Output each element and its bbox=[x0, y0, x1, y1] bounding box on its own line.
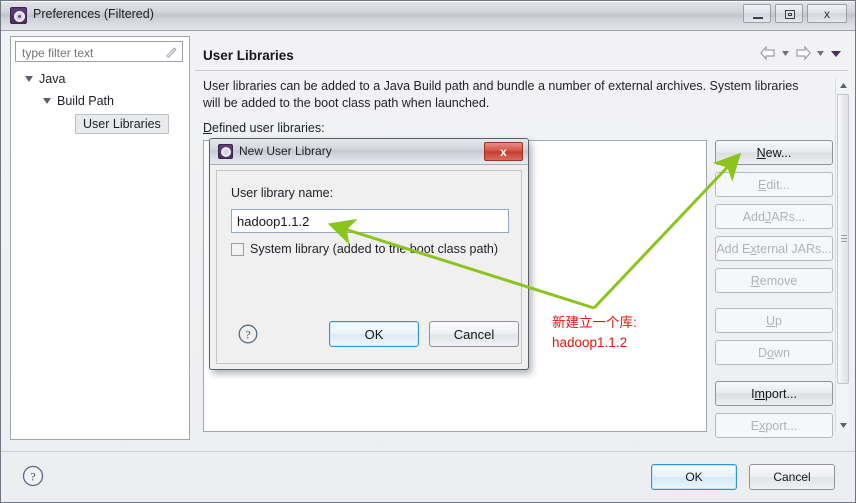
system-library-checkbox[interactable] bbox=[231, 242, 244, 256]
button-label: ternal JARs... bbox=[756, 241, 832, 256]
system-library-label: System library (added to the boot class … bbox=[250, 242, 499, 256]
down-button[interactable]: Do wn bbox=[715, 340, 833, 365]
preferences-tree-pane: Java Build Path User Libraries bbox=[10, 36, 190, 440]
button-label: wn bbox=[774, 345, 790, 360]
sidebar-item-label: User Libraries bbox=[83, 117, 161, 131]
help-question-icon[interactable]: ? bbox=[237, 323, 259, 345]
button-label: emove bbox=[759, 273, 798, 288]
button-label: port... bbox=[764, 386, 797, 401]
maximize-button[interactable] bbox=[775, 4, 803, 23]
system-library-checkbox-row[interactable]: System library (added to the boot class … bbox=[231, 242, 498, 256]
remove-button[interactable]: Remove bbox=[715, 268, 833, 293]
filter-box[interactable] bbox=[15, 41, 183, 62]
expand-arrow-icon[interactable] bbox=[25, 76, 33, 82]
button-label: ew... bbox=[765, 145, 792, 160]
dialog-close-button[interactable]: x bbox=[484, 142, 523, 161]
annotation-line-1: 新建立一个库: bbox=[552, 315, 637, 330]
sidebar-item-label: Java bbox=[39, 72, 66, 86]
page-vertical-scrollbar[interactable] bbox=[835, 78, 850, 432]
window-title-bar: Preferences (Filtered) x bbox=[1, 1, 855, 31]
button-pre: D bbox=[758, 345, 768, 360]
cancel-button[interactable]: Cancel bbox=[749, 464, 835, 490]
dialog-cancel-button[interactable]: Cancel bbox=[429, 321, 519, 347]
clear-filter-icon[interactable] bbox=[164, 45, 178, 59]
button-accel: o bbox=[767, 345, 774, 360]
button-accel: E bbox=[758, 177, 767, 192]
sidebar-item-user-libraries[interactable]: User Libraries bbox=[75, 114, 169, 134]
preferences-window: Preferences (Filtered) x type filter tex… bbox=[0, 0, 856, 503]
up-button[interactable]: Up bbox=[715, 308, 833, 333]
import-button[interactable]: Im port... bbox=[715, 381, 833, 406]
edit-button[interactable]: Edit... bbox=[715, 172, 833, 197]
scroll-down-icon[interactable] bbox=[836, 418, 850, 432]
view-menu-triangle-down-icon[interactable] bbox=[829, 45, 843, 61]
svg-text:?: ? bbox=[30, 470, 35, 484]
arrow-right-icon[interactable] bbox=[794, 45, 812, 61]
add-jars-button[interactable]: Add J ARs... bbox=[715, 204, 833, 229]
button-accel: N bbox=[756, 145, 766, 160]
page-title: User Libraries bbox=[203, 48, 294, 63]
library-name-label: User library name: bbox=[231, 186, 334, 200]
close-icon: x bbox=[500, 144, 507, 159]
grip-icon bbox=[841, 235, 847, 242]
add-external-jars-button[interactable]: Add Ex ternal JARs... bbox=[715, 236, 833, 261]
dialog-content: User library name: System library (added… bbox=[216, 170, 522, 364]
title-divider bbox=[195, 70, 848, 71]
library-action-buttons: New... Edit... Add J ARs... Add Ex ternal … bbox=[715, 140, 833, 438]
defined-label-rest: efined user libraries: bbox=[212, 121, 325, 135]
annotation-text: 新建立一个库: hadoop1.1.2 bbox=[552, 313, 637, 353]
dialog-title: New User Library bbox=[239, 144, 332, 158]
button-label: ARs... bbox=[771, 209, 806, 224]
arrow-left-icon[interactable] bbox=[759, 45, 777, 61]
help-question-icon[interactable]: ? bbox=[21, 464, 45, 488]
page-description: User libraries can be added to a Java Bu… bbox=[203, 79, 799, 110]
eclipse-gear-icon bbox=[10, 7, 27, 24]
export-button[interactable]: Ex port... bbox=[715, 413, 833, 438]
minimize-icon bbox=[753, 17, 763, 19]
page-navigation-bar bbox=[757, 45, 843, 65]
button-pre: Add bbox=[742, 209, 765, 224]
button-label: p bbox=[775, 313, 782, 328]
defined-label-accel: D bbox=[203, 121, 213, 135]
sidebar-item-label: Build Path bbox=[57, 94, 114, 108]
new-button[interactable]: New... bbox=[715, 140, 833, 165]
close-button[interactable]: x bbox=[807, 4, 847, 23]
forward-dropdown-chevron-down-icon[interactable] bbox=[814, 45, 827, 61]
back-dropdown-chevron-down-icon[interactable] bbox=[779, 45, 792, 61]
new-user-library-dialog: New User Library x User library name: Sy… bbox=[209, 138, 529, 370]
sidebar-item-java[interactable]: Java bbox=[25, 70, 65, 88]
minimize-button[interactable] bbox=[743, 4, 771, 23]
button-label: dit... bbox=[766, 177, 790, 192]
button-pre: E bbox=[750, 418, 760, 433]
annotation-line-2: hadoop1.1.2 bbox=[552, 335, 628, 350]
button-accel: R bbox=[750, 273, 760, 288]
window-title: Preferences (Filtered) bbox=[33, 7, 154, 21]
maximize-icon bbox=[785, 10, 795, 19]
scroll-up-icon[interactable] bbox=[836, 78, 850, 92]
sidebar-item-build-path[interactable]: Build Path bbox=[43, 92, 114, 110]
dialog-footer: ? OK Cancel bbox=[1, 451, 855, 502]
button-label: port... bbox=[765, 418, 798, 433]
dialog-title-bar: New User Library x bbox=[210, 139, 528, 165]
library-name-input[interactable] bbox=[231, 209, 509, 233]
close-icon: x bbox=[824, 6, 830, 21]
svg-text:?: ? bbox=[245, 329, 250, 341]
dialog-ok-button[interactable]: OK bbox=[329, 321, 419, 347]
button-pre: Add E bbox=[716, 241, 751, 256]
expand-arrow-icon[interactable] bbox=[43, 98, 51, 104]
button-accel: m bbox=[754, 386, 765, 401]
scrollbar-thumb[interactable] bbox=[837, 94, 849, 384]
button-accel: U bbox=[766, 313, 776, 328]
defined-libraries-label: Defined user libraries: bbox=[203, 121, 325, 135]
eclipse-gear-icon bbox=[218, 144, 233, 159]
filter-input[interactable] bbox=[20, 45, 150, 61]
ok-button[interactable]: OK bbox=[651, 464, 737, 490]
